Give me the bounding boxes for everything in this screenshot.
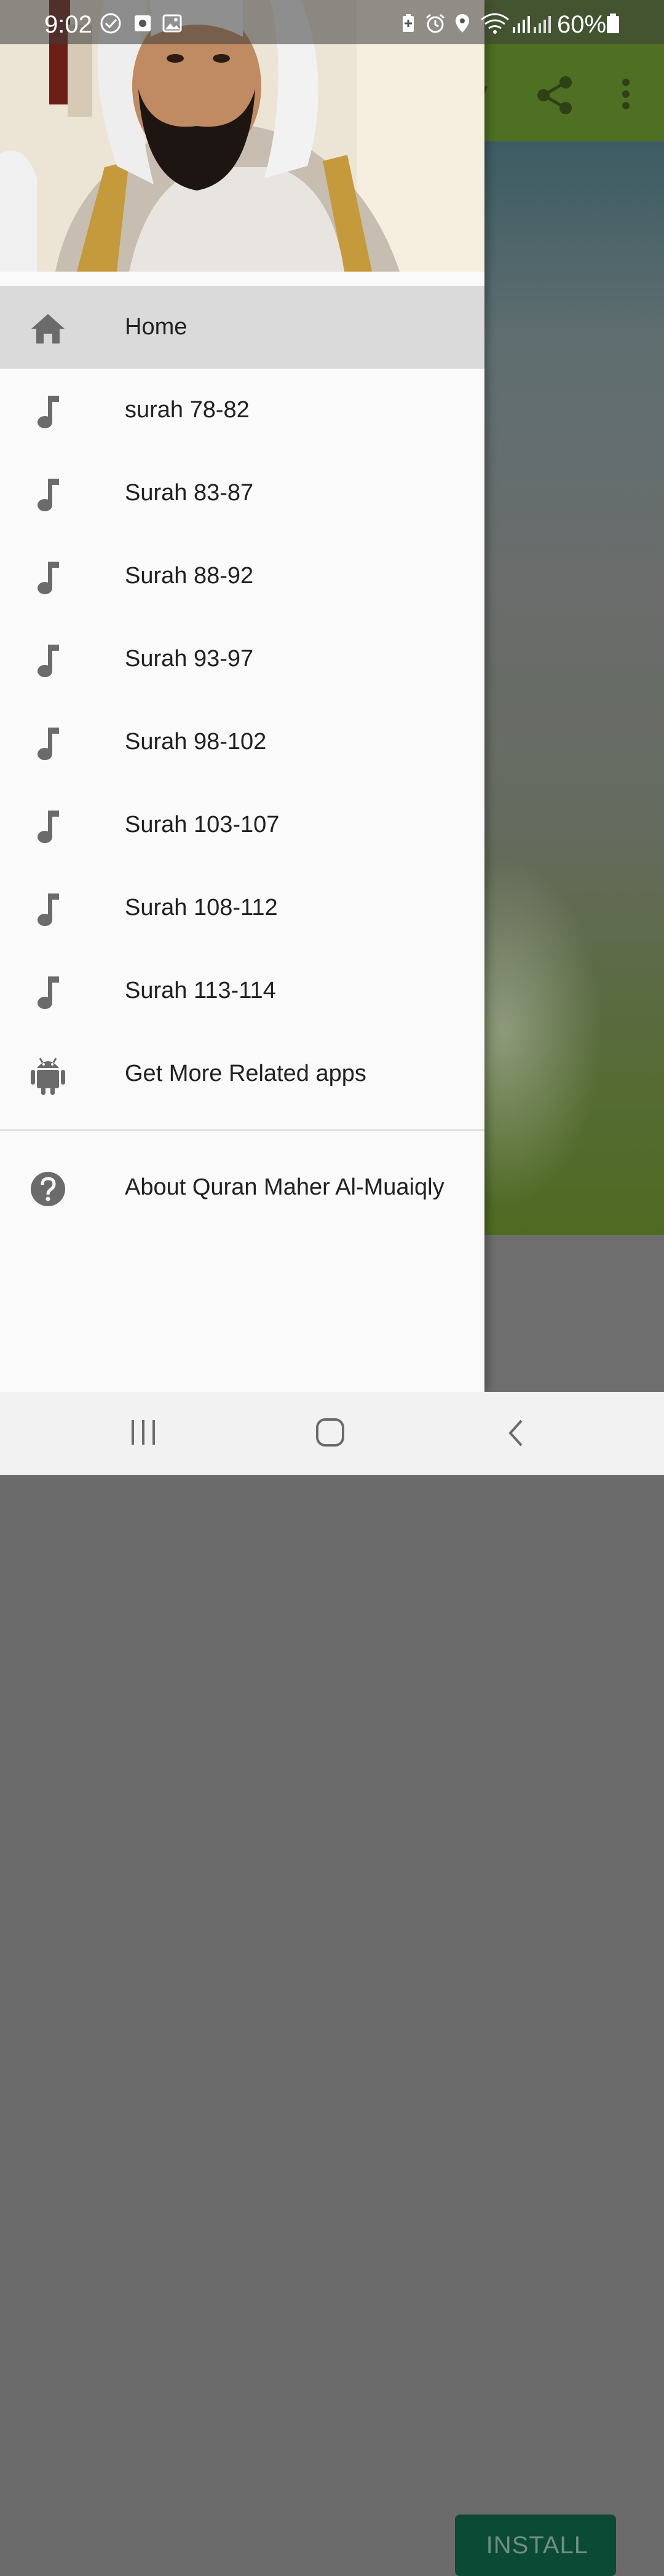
drawer-divider (0, 1129, 484, 1131)
drawer-item-surah-78-82[interactable]: surah 78-82 (0, 369, 484, 452)
music-note-icon (30, 892, 66, 927)
drawer-item-label: About Quran Maher Al-Muaiqly (125, 1174, 445, 1200)
back-icon[interactable] (505, 1419, 526, 1447)
drawer-item-label: surah 78-82 (125, 397, 250, 423)
battery-percent: 60% (557, 11, 607, 38)
share-icon[interactable] (534, 74, 577, 117)
android-icon (30, 1058, 66, 1095)
location-icon (456, 14, 469, 33)
recent-apps-icon[interactable] (129, 1419, 157, 1446)
music-note-icon (30, 395, 66, 429)
drawer-menu: Home surah 78-82 Surah 83-87 Surah 88-92… (0, 286, 484, 1115)
home-button-icon[interactable] (315, 1418, 345, 1447)
gallery-icon (162, 14, 182, 33)
drawer-item-surah-83-87[interactable]: Surah 83-87 (0, 452, 484, 535)
drawer-item-label: Get More Related apps (125, 1061, 366, 1086)
install-button[interactable]: INSTALL (455, 2515, 616, 2576)
drawer-item-label: Surah 108-112 (125, 895, 278, 921)
check-circle-icon (100, 13, 121, 34)
battery-saver-icon (403, 14, 414, 32)
drawer-item-surah-113-114[interactable]: Surah 113-114 (0, 949, 484, 1032)
drawer-item-label: Surah 88-92 (125, 563, 254, 589)
drawer-item-surah-103-107[interactable]: Surah 103-107 (0, 783, 484, 866)
music-note-icon (30, 809, 66, 844)
battery-icon (607, 14, 619, 33)
drawer-item-label: Home (125, 314, 188, 340)
drawer-item-about[interactable]: About Quran Maher Al-Muaiqly (0, 1146, 484, 1229)
drawer-item-label: Surah 103-107 (125, 812, 280, 838)
signal-2-icon (534, 16, 551, 33)
home-icon (30, 312, 66, 346)
drawer-item-surah-108-112[interactable]: Surah 108-112 (0, 866, 484, 949)
more-options-icon[interactable] (615, 75, 637, 118)
system-navigation-bar (0, 1392, 664, 1475)
alarm-icon (426, 14, 445, 33)
status-bar: 9:02 60% (0, 0, 664, 44)
drawer-item-label: Surah 98-102 (125, 729, 267, 755)
drawer-item-label: Surah 83-87 (125, 480, 254, 506)
help-circle-icon (30, 1172, 66, 1206)
navigation-drawer: Home surah 78-82 Surah 83-87 Surah 88-92… (0, 0, 484, 1392)
drawer-item-surah-98-102[interactable]: Surah 98-102 (0, 701, 484, 783)
drawer-item-label: Surah 113-114 (125, 978, 276, 1003)
drawer-item-label: Surah 93-97 (125, 646, 254, 672)
music-note-icon (30, 560, 66, 595)
status-time: 9:02 (44, 11, 92, 38)
drawer-item-surah-88-92[interactable]: Surah 88-92 (0, 535, 484, 618)
notification-icon (135, 15, 151, 31)
music-note-icon (30, 477, 66, 512)
music-note-icon (30, 975, 66, 1010)
wifi-icon (481, 13, 509, 34)
music-note-icon (30, 643, 66, 678)
music-note-icon (30, 726, 66, 761)
drawer-item-more-apps[interactable]: Get More Related apps (0, 1032, 484, 1115)
drawer-item-surah-93-97[interactable]: Surah 93-97 (0, 618, 484, 701)
drawer-item-home[interactable]: Home (0, 286, 484, 369)
